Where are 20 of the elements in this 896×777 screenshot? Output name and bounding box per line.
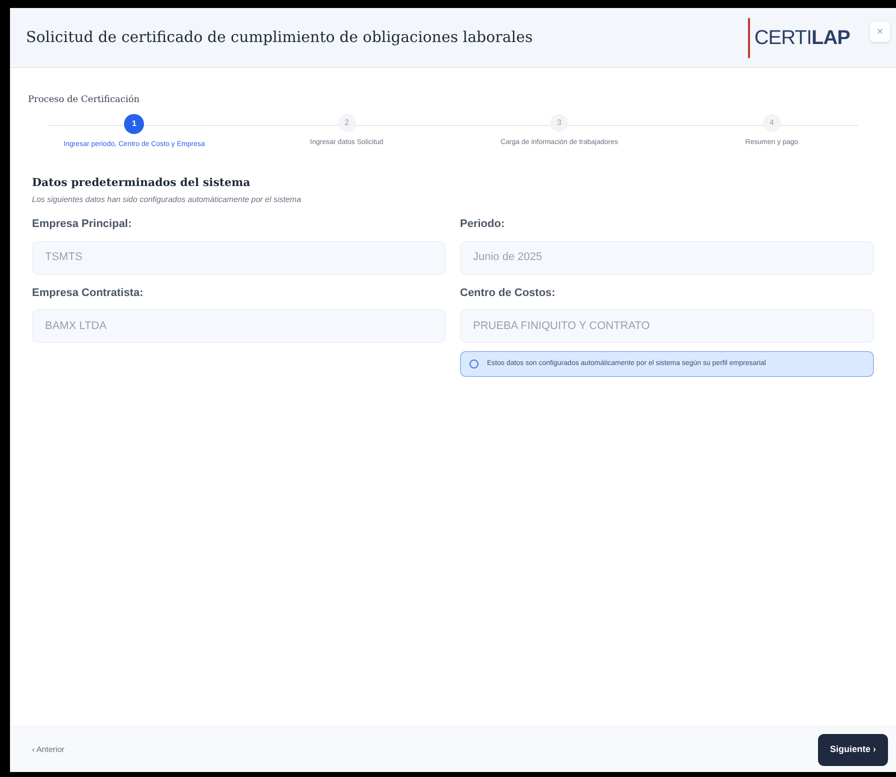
field-label: Centro de Costos: [460,286,556,300]
step-number[interactable]: 3 [550,114,568,132]
step-number[interactable]: 4 [762,114,781,132]
info-icon [469,359,479,369]
input-field[interactable]: TSMTS [32,240,446,274]
step-number[interactable]: 1 [124,114,144,134]
next-button[interactable]: Siguiente › [818,734,888,766]
step-number[interactable]: 2 [338,114,356,132]
section-subtitle: Los siguientes datos han sido configurados automáticamente por el sistema [32,194,302,206]
close-button[interactable]: × [870,22,890,42]
field-label: Empresa Contratista: [32,286,144,300]
input-field[interactable]: Junio de 2025 [460,240,874,274]
field-label: Empresa Principal: [32,217,133,232]
field-label: Periodo: [460,217,506,232]
section-title: Datos predeterminados del sistema [32,174,252,190]
dialog-title: Solicitud de certificado de cumplimiento de obligaciones laborales [26,27,534,48]
input-field[interactable]: PRUEBA FINIQUITO Y CONTRATO [460,309,874,343]
logo: CERTILAP [748,18,850,58]
stepper-title: Proceso de Certificación [28,95,140,105]
input-field[interactable]: BAMX LTDA [32,309,446,343]
